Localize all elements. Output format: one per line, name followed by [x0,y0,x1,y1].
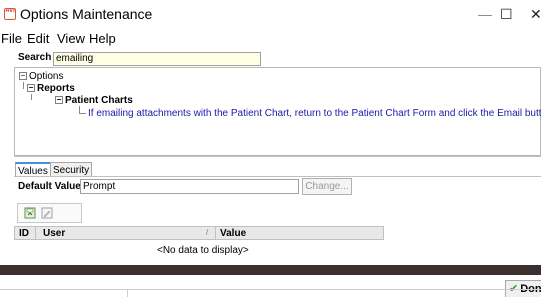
collapse-icon[interactable]: − [27,84,35,93]
change-button[interactable]: Change... [302,178,352,195]
tree-node-reports[interactable]: − Reports [27,83,75,94]
column-divider [35,227,36,240]
search-input[interactable]: emailing [53,52,261,66]
status-divider [127,290,128,297]
collapse-icon[interactable]: − [19,72,27,81]
tree-leaf-email-hint[interactable]: If emailing attachments with the Patient… [88,108,541,119]
maximize-icon[interactable]: ☐ [500,6,513,23]
bottom-separator-bar [0,265,541,275]
tree-connector [23,82,24,89]
tree-label-options: Options [29,71,64,82]
empty-grid-message: <No data to display> [157,245,249,256]
tree-node-options[interactable]: − Options [19,71,63,82]
save-icon[interactable] [24,207,36,219]
options-tree: − Options − Reports − Patient Charts If ema… [14,67,541,156]
tree-connector [79,106,80,113]
column-header-id[interactable]: ID [19,228,29,239]
grid-toolbar [17,203,82,223]
app-logo-icon: AVI [4,8,16,20]
sort-indicator-icon: / [206,228,209,237]
values-panel: Default Value Prompt Change... ID User /… [14,176,541,266]
footer: ✔Done [0,275,541,297]
column-header-value[interactable]: Value [220,228,246,239]
menu-bar: File Edit View Help [0,30,541,47]
window-title: Options Maintenance [20,6,153,22]
default-value-label: Default Value [18,181,81,192]
tree-connector [79,113,86,114]
minimize-icon[interactable]: — [478,6,492,22]
grid-header: ID User / Value [14,226,384,240]
tree-label-patient-charts: Patient Charts [65,95,133,106]
tab-values[interactable]: Values [15,162,51,177]
menu-help[interactable]: Help [89,31,116,46]
menu-view[interactable]: View [57,31,85,46]
close-icon[interactable]: ✕ [530,6,541,23]
column-divider [215,227,216,240]
edit-icon[interactable] [41,207,53,219]
status-bar [0,289,541,297]
tab-security[interactable]: Security [50,162,93,177]
tree-node-patient-charts[interactable]: − Patient Charts [55,95,133,106]
tab-strip: Values Security [14,156,541,177]
search-row: Search emailing [14,49,541,68]
column-header-user[interactable]: User [43,228,65,239]
tree-connector [31,94,32,100]
tree-label-email-hint: If emailing attachments with the Patient… [88,108,541,119]
search-label: Search [18,52,52,63]
menu-edit[interactable]: Edit [27,31,49,46]
default-value-field[interactable]: Prompt [80,179,299,194]
collapse-icon[interactable]: − [55,96,63,105]
menu-file[interactable]: File [1,31,22,46]
title-bar: AVI Options Maintenance — ☐ ✕ [0,0,541,30]
tree-label-reports: Reports [37,83,75,94]
